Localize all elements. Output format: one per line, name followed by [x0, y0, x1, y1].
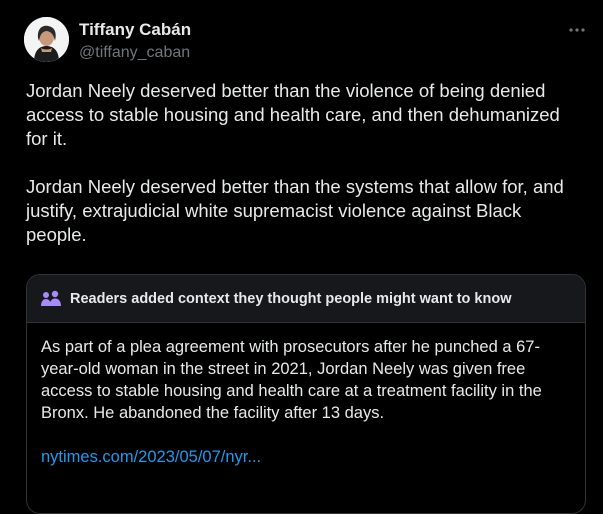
more-options-button[interactable]: [562, 18, 592, 42]
avatar-image: [24, 17, 69, 62]
author-handle[interactable]: @tiffany_caban: [79, 42, 190, 64]
community-notes-card: Readers added context they thought peopl…: [26, 274, 586, 514]
author-display-name[interactable]: Tiffany Cabán: [79, 19, 191, 41]
tweet: Tiffany Cabán @tiffany_caban Jordan Neel…: [0, 0, 603, 514]
more-horizontal-icon: [569, 28, 585, 32]
community-notes-body: As part of a plea agreement with prosecu…: [27, 323, 585, 468]
community-note-text: As part of a plea agreement with prosecu…: [41, 338, 542, 422]
community-notes-title: Readers added context they thought peopl…: [70, 290, 512, 307]
avatar[interactable]: [24, 17, 69, 62]
community-notes-header[interactable]: Readers added context they thought peopl…: [27, 275, 585, 323]
tweet-paragraph: Jordan Neely deserved better than the vi…: [26, 80, 560, 149]
community-note-source-link[interactable]: nytimes.com/2023/05/07/nyr...: [41, 446, 261, 468]
people-icon: [41, 290, 61, 306]
tweet-paragraph: Jordan Neely deserved better than the sy…: [26, 176, 564, 245]
tweet-text: Jordan Neely deserved better than the vi…: [26, 79, 586, 247]
